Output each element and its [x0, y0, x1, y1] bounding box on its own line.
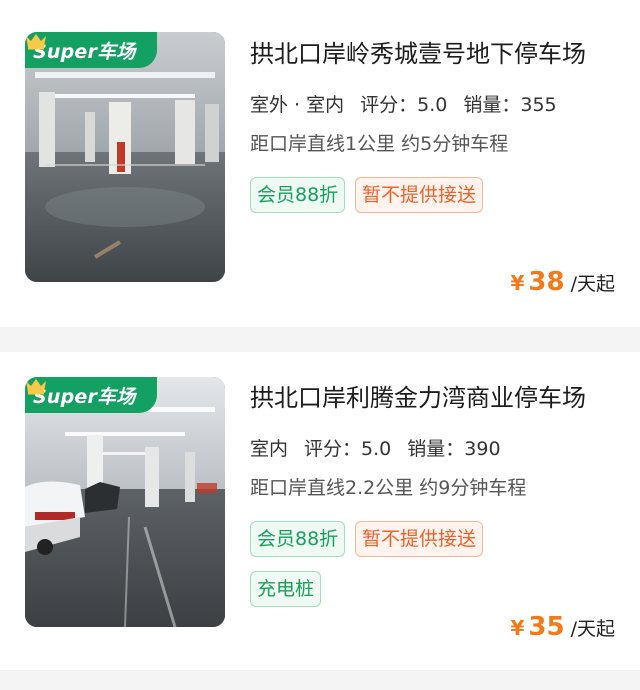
charging-station-tag: 充电桩 — [250, 571, 322, 607]
distance-info: 距口岸直线1公里 约5分钟车程 — [250, 133, 509, 155]
list-divider — [0, 327, 640, 352]
super-parking-badge: Super车场 — [25, 377, 157, 413]
no-shuttle-tag: 暂不提供接送 — [355, 521, 484, 557]
parking-type: 室内 — [250, 435, 289, 463]
rating-label: 评分： — [360, 94, 418, 116]
garage-photo-illustration — [25, 32, 225, 282]
currency-symbol: ¥ — [510, 271, 525, 295]
price-unit: /天起 — [570, 273, 615, 295]
crown-icon — [26, 34, 46, 50]
sales-value: 355 — [520, 94, 557, 116]
crown-icon — [26, 379, 46, 395]
badge-label: Super车场 — [33, 385, 136, 408]
listing-meta: 室内 评分：5.0 销量：390 — [250, 435, 501, 463]
price-value: 35 — [528, 612, 565, 642]
super-parking-badge: Super车场 — [25, 32, 157, 68]
price: ¥35/天起 — [510, 612, 615, 642]
parking-listing-card[interactable]: Super车场 拱北口岸岭秀城壹号地下停车场 室外 · 室内 评分：5.0 销量：3… — [0, 0, 640, 327]
parking-lot-title[interactable]: 拱北口岸利腾金力湾商业停车场 — [250, 382, 612, 414]
price-unit: /天起 — [570, 618, 615, 640]
rating-label: 评分： — [304, 438, 362, 460]
parking-type: 室外 · 室内 — [250, 91, 345, 119]
listing-meta: 室外 · 室内 评分：5.0 销量：355 — [250, 91, 557, 119]
member-discount-tag: 会员88折 — [250, 521, 346, 557]
garage-photo-illustration — [25, 377, 225, 627]
parking-lot-title[interactable]: 拱北口岸岭秀城壹号地下停车场 — [250, 38, 612, 70]
rating-value: 5.0 — [417, 94, 448, 116]
parking-lot-photo[interactable]: Super车场 — [25, 377, 225, 627]
member-discount-tag: 会员88折 — [250, 177, 346, 213]
parking-listing-card[interactable]: Super车场 拱北口岸利腾金力湾商业停车场 室内 评分：5.0 销量：390 距口… — [0, 352, 640, 670]
rating-value: 5.0 — [361, 438, 392, 460]
badge-label: Super车场 — [33, 40, 136, 63]
price-value: 38 — [528, 267, 565, 297]
distance-info: 距口岸直线2.2公里 约9分钟车程 — [250, 477, 527, 499]
sales-label: 销量： — [407, 438, 465, 460]
currency-symbol: ¥ — [510, 616, 525, 640]
sales-value: 390 — [464, 438, 501, 460]
sales-label: 销量： — [463, 94, 521, 116]
price: ¥38/天起 — [510, 267, 615, 297]
parking-lot-photo[interactable]: Super车场 — [25, 32, 225, 282]
no-shuttle-tag: 暂不提供接送 — [355, 177, 484, 213]
